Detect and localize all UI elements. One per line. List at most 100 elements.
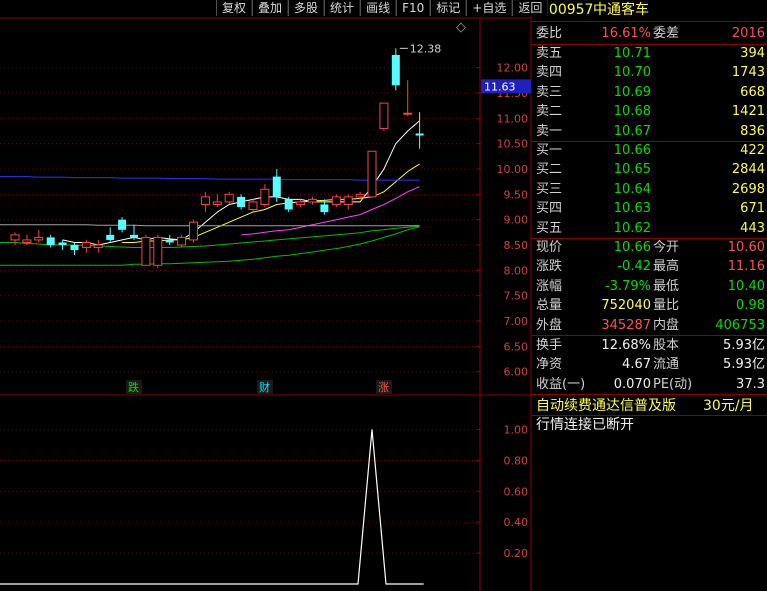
- candle-body: [260, 188, 270, 205]
- candle-body: [81, 241, 91, 249]
- bids-row: 买三 10.64 2698: [531, 181, 767, 199]
- asks-volume: 836: [740, 123, 765, 139]
- quote-label: 内盘: [653, 317, 680, 333]
- price-tick-label: 12.00: [497, 62, 529, 75]
- quote-value: 10.66: [613, 240, 651, 255]
- indicator-tick-label: 0.80: [504, 454, 529, 467]
- fund-label: 流通: [653, 357, 680, 373]
- fund-value: 5.93亿: [723, 338, 765, 353]
- indicator-tick-label: 0.20: [504, 547, 529, 560]
- bids-row: 买一 10.66 422: [531, 142, 767, 160]
- svg-text:◇: ◇: [456, 20, 466, 35]
- quote-value: 0.98: [736, 298, 765, 314]
- statistics-button[interactable]: 统计: [324, 0, 361, 16]
- mark-button[interactable]: 标记: [430, 0, 467, 16]
- candle-body: [200, 196, 210, 205]
- event-marker: 涨: [378, 381, 389, 394]
- quote-label: 今开: [653, 240, 680, 255]
- candle-body: [284, 199, 293, 210]
- add-watchlist-button[interactable]: +自选: [466, 0, 513, 16]
- quote-row: 总量 752040 量比 0.98: [531, 297, 767, 315]
- restore-rights-button[interactable]: 复权: [216, 0, 253, 16]
- candle-body: [58, 242, 67, 246]
- fund-label: 收益(一): [536, 376, 586, 392]
- candle-body: [272, 176, 281, 197]
- quote-value: -3.79%: [605, 278, 651, 294]
- quote-label: 现价: [536, 240, 563, 255]
- candle-body: [70, 245, 79, 251]
- promo-price[interactable]: 30元/月: [703, 397, 754, 415]
- multi-stock-button[interactable]: 多股: [288, 0, 325, 16]
- weibi-row: 委比 16.61% 委差 2016: [531, 25, 767, 43]
- price-tick-label: 10.00: [497, 163, 529, 176]
- candle-body: [331, 196, 341, 205]
- indicator-tick-label: 0.40: [504, 516, 529, 529]
- quote-value: 11.16: [727, 259, 765, 275]
- candle-body: [46, 237, 55, 246]
- candle-body: [343, 196, 353, 205]
- quote-value: 406753: [715, 317, 765, 333]
- candle-body: [403, 112, 413, 115]
- quote-value: 10.60: [727, 240, 765, 255]
- chart-grid: [0, 0, 532, 591]
- quote-row: 涨幅 -3.79% 最低 10.40: [531, 278, 767, 296]
- fund-label: 股本: [653, 338, 680, 353]
- quote-row: 现价 10.66 今开 10.60: [531, 239, 767, 257]
- candle-body: [320, 204, 329, 213]
- back-button[interactable]: 返回: [512, 0, 549, 16]
- status-row: 行情连接已断开: [531, 416, 767, 434]
- asks-price: 10.68: [613, 104, 651, 120]
- candle-body: [106, 234, 115, 240]
- fund-label: 净资: [536, 357, 563, 373]
- quote-panel: R 000957 中通客车 委比 16.61% 委差 2016 卖五 10.71 3…: [531, 0, 767, 591]
- price-tick-label: 6.00: [504, 366, 529, 379]
- bids-volume: 422: [740, 143, 765, 158]
- ma-line-band: [0, 176, 420, 181]
- promo-row[interactable]: 自动续费通达信普及版 30元/月: [531, 397, 767, 415]
- price-tick-label: 7.00: [504, 315, 529, 328]
- quote-label: 外盘: [536, 317, 563, 333]
- quote-value: -0.42: [617, 259, 651, 275]
- candlesticks: 12.38: [10, 42, 442, 268]
- bids-price: 10.66: [613, 143, 651, 158]
- bids-price: 10.62: [613, 220, 651, 236]
- fund-value: 0.070: [613, 376, 651, 392]
- bids-volume: 443: [740, 220, 765, 236]
- quote-row: 外盘 345287 内盘 406753: [531, 317, 767, 335]
- candle-body: [355, 193, 365, 198]
- candle-body: [308, 198, 317, 203]
- draw-line-button[interactable]: 画线: [360, 0, 397, 16]
- price-tick-label: 6.50: [504, 340, 529, 353]
- fund-label: PE(动): [653, 376, 693, 392]
- promo-text[interactable]: 自动续费通达信普及版: [536, 397, 676, 415]
- fund-row: 净资 4.67 流通 5.93亿: [531, 356, 767, 374]
- gear-icon[interactable]: ◇: [456, 20, 466, 35]
- bids-row: 买四 10.63 671: [531, 200, 767, 218]
- bids-row: 买五 10.62 443: [531, 220, 767, 238]
- weibi-value: 16.61%: [601, 26, 651, 41]
- asks-label: 卖一: [536, 123, 563, 139]
- asks-row: 卖二 10.68 1421: [531, 103, 767, 121]
- asks-volume: 394: [740, 46, 765, 61]
- event-marker: 财: [259, 380, 270, 394]
- candle-body: [415, 133, 424, 136]
- candle-body: [141, 236, 151, 266]
- bids-volume: 2844: [731, 162, 765, 178]
- candle-body: [224, 193, 234, 203]
- bids-row: 买二 10.65 2844: [531, 161, 767, 179]
- quote-row: 涨跌 -0.42 最高 11.16: [531, 258, 767, 276]
- fund-row: 收益(一) 0.070 PE(动) 37.3: [531, 376, 767, 394]
- fund-row: 换手 12.68% 股本 5.93亿: [531, 337, 767, 355]
- high-marker-label: 12.38: [410, 42, 442, 55]
- bids-label: 买一: [536, 143, 563, 158]
- fund-value: 5.93亿: [723, 357, 765, 373]
- f10-button[interactable]: F10: [396, 0, 431, 16]
- overlay-button[interactable]: 叠加: [252, 0, 289, 16]
- quote-value: 345287: [601, 317, 651, 333]
- quote-value: 752040: [601, 298, 651, 314]
- current-price-label: 11.63: [484, 80, 516, 93]
- candle-body: [34, 236, 44, 241]
- candle-body: [296, 201, 306, 205]
- asks-row: 卖一 10.67 836: [531, 123, 767, 141]
- price-tick-label: 9.00: [504, 214, 529, 227]
